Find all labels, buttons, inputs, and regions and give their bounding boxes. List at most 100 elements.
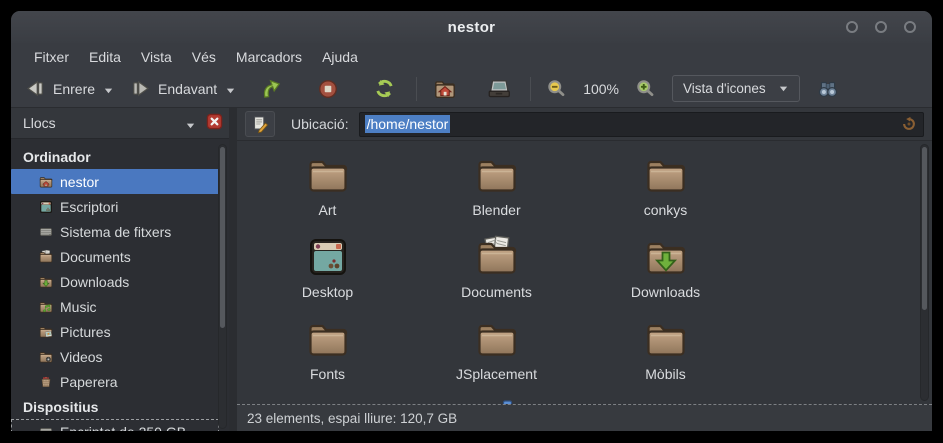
- menu-item-marcadors[interactable]: Marcadors: [226, 46, 312, 68]
- file-item-label: Desktop: [302, 284, 353, 300]
- folder-icon: [642, 151, 690, 199]
- location-input[interactable]: /home/nestor: [359, 112, 924, 137]
- file-item-blender[interactable]: Blender: [412, 151, 581, 233]
- minimize-button[interactable]: [846, 21, 858, 33]
- sidebar-section-ordinador: Ordinador: [11, 144, 219, 169]
- file-item-label: Art: [319, 202, 337, 218]
- folder-icon: [304, 315, 352, 363]
- main-scrollbar[interactable]: [920, 144, 929, 401]
- sidebar-item-pictures[interactable]: Pictures: [11, 319, 219, 344]
- folder-icon: [304, 151, 352, 199]
- menu-item-ajuda[interactable]: Ajuda: [312, 46, 368, 68]
- file-item-desktop[interactable]: Desktop: [243, 233, 412, 315]
- go-icon[interactable]: [900, 115, 918, 133]
- folder-music-icon: [38, 299, 54, 315]
- sidebar-item-nestor[interactable]: nestor: [11, 169, 219, 194]
- sidebar-item-sistema-de-fitxers[interactable]: Sistema de fitxers: [11, 219, 219, 244]
- menubar: FitxerEditaVistaVésMarcadorsAjuda: [11, 43, 932, 70]
- edit-location-button[interactable]: [245, 111, 275, 137]
- forward-button[interactable]: Endavant: [124, 74, 223, 103]
- pane-splitter[interactable]: [229, 108, 237, 431]
- back-button[interactable]: Enrere: [19, 74, 101, 103]
- zoom-out-button[interactable]: [540, 74, 573, 103]
- folder-home-icon: [38, 174, 54, 190]
- menu-item-fitxer[interactable]: Fitxer: [24, 46, 79, 68]
- window-title: nestor: [11, 19, 932, 36]
- file-item-documents[interactable]: Documents: [412, 233, 581, 315]
- folder-icon: [473, 151, 521, 199]
- sidebar-item-encriptat-de-250-gb[interactable]: Encriptat de 250 GB: [11, 419, 219, 431]
- home-folder-icon: [432, 76, 458, 102]
- location-value: /home/nestor: [365, 115, 451, 133]
- menu-item-edita[interactable]: Edita: [79, 46, 131, 68]
- file-item-label: Documents: [461, 284, 532, 300]
- file-item-downloads[interactable]: Downloads: [581, 233, 750, 315]
- sidebar-header: Llocs: [11, 108, 229, 139]
- sidebar-item-downloads[interactable]: Downloads: [11, 269, 219, 294]
- file-item-label: Mòbils: [645, 366, 685, 382]
- home-button[interactable]: [426, 72, 464, 106]
- computer-button[interactable]: [480, 72, 518, 106]
- sidebar-item-label: Music: [60, 299, 97, 315]
- file-item-conkys[interactable]: conkys: [581, 151, 750, 233]
- back-history-dropdown[interactable]: [103, 83, 114, 94]
- file-item-music[interactable]: Music: [243, 397, 412, 405]
- stop-button[interactable]: [311, 74, 345, 104]
- sidebar-item-escriptori[interactable]: Escriptori: [11, 194, 219, 219]
- sidebar-item-label: Sistema de fitxers: [60, 224, 171, 240]
- sidebar-pane-dropdown[interactable]: [185, 118, 196, 129]
- folder-owncloud-icon: [473, 397, 521, 405]
- file-item-owncloud[interactable]: ownCloud: [412, 397, 581, 405]
- sidebar-scrollbar-handle[interactable]: [220, 147, 225, 328]
- main-scrollbar-handle[interactable]: [922, 147, 927, 310]
- drive-icon: [38, 224, 54, 240]
- toolbar-separator: [530, 77, 531, 101]
- sidebar-item-paperera[interactable]: Paperera: [11, 369, 219, 394]
- reload-button[interactable]: [367, 73, 402, 104]
- folder-documents-icon: [473, 233, 521, 281]
- folder-icon: [473, 315, 521, 363]
- stop-icon: [317, 78, 339, 100]
- forward-arrow-icon: [130, 78, 151, 99]
- statusbar: 23 elements, espai lliure: 120,7 GB: [237, 405, 932, 431]
- file-item-label: Blender: [472, 202, 520, 218]
- window-controls: [846, 11, 916, 43]
- zoom-out-icon: [546, 78, 567, 99]
- back-label: Enrere: [53, 81, 95, 97]
- menu-item-vista[interactable]: Vista: [131, 46, 182, 68]
- close-button[interactable]: [904, 21, 916, 33]
- file-item-jsplacement[interactable]: JSplacement: [412, 315, 581, 397]
- folder-pictures-icon: [642, 397, 690, 405]
- menu-item-vés[interactable]: Vés: [182, 46, 226, 68]
- maximize-button[interactable]: [875, 21, 887, 33]
- file-item-art[interactable]: Art: [243, 151, 412, 233]
- file-item-fonts[interactable]: Fonts: [243, 315, 412, 397]
- sidebar-title: Llocs: [23, 115, 56, 131]
- view-mode-label: Vista d'icones: [683, 81, 766, 96]
- sidebar: Llocs Ordinador nestor Escriptori Sistema d…: [11, 108, 229, 431]
- sidebar-close-button[interactable]: [206, 113, 223, 133]
- search-button[interactable]: [810, 73, 846, 105]
- file-item-m-bils[interactable]: Mòbils: [581, 315, 750, 397]
- back-arrow-icon: [25, 78, 46, 99]
- sidebar-item-label: Downloads: [60, 274, 129, 290]
- sidebar-item-label: Encriptat de 250 GB: [60, 424, 186, 432]
- icon-view[interactable]: Art Blender conkys Desktop Documents Download…: [237, 141, 932, 405]
- sidebar-item-label: nestor: [60, 174, 99, 190]
- titlebar[interactable]: nestor: [11, 11, 932, 43]
- file-manager-window: nestor FitxerEditaVistaVésMarcadorsAjuda…: [11, 11, 932, 431]
- sidebar-scrollbar[interactable]: [218, 144, 227, 429]
- sidebar-item-music[interactable]: Music: [11, 294, 219, 319]
- forward-history-dropdown[interactable]: [225, 83, 236, 94]
- up-button[interactable]: [254, 73, 289, 104]
- zoom-in-button[interactable]: [629, 74, 662, 103]
- chevron-down-icon: [778, 83, 789, 94]
- sidebar-item-documents[interactable]: Documents: [11, 244, 219, 269]
- refresh-icon: [373, 77, 396, 100]
- sidebar-section-dispositius: Dispositius: [11, 394, 219, 419]
- binoculars-icon: [816, 77, 840, 101]
- sidebar-item-videos[interactable]: Videos: [11, 344, 219, 369]
- view-mode-select[interactable]: Vista d'icones: [672, 75, 800, 102]
- desktop-background: nestor FitxerEditaVistaVésMarcadorsAjuda…: [0, 0, 943, 443]
- file-item-pictures[interactable]: Pictures: [581, 397, 750, 405]
